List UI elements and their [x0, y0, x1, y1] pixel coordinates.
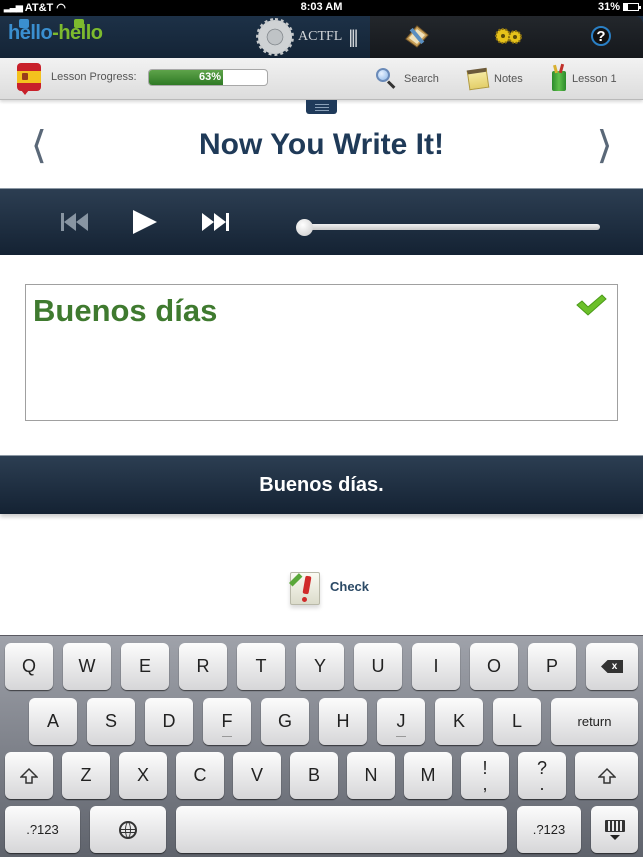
- spain-flag-icon[interactable]: [17, 63, 41, 95]
- on-screen-keyboard: Q W E R T Y U I O P x A S D F G H J K L …: [0, 635, 643, 857]
- scrubber-thumb[interactable]: [296, 219, 313, 236]
- clock: 8:03 AM: [300, 1, 343, 13]
- play-button[interactable]: [133, 210, 157, 234]
- space-key[interactable]: [176, 806, 507, 853]
- battery-icon: [623, 3, 641, 11]
- play-icon: [133, 210, 157, 234]
- key-s[interactable]: S: [87, 698, 135, 745]
- hide-keyboard-icon: [604, 819, 625, 840]
- shift-icon: [597, 767, 616, 784]
- next-page-button[interactable]: ❭: [594, 124, 614, 164]
- shift-key-left[interactable]: [5, 752, 53, 799]
- book-edit-button[interactable]: [402, 22, 432, 50]
- check-document-icon: [290, 572, 320, 605]
- key-b[interactable]: B: [290, 752, 338, 799]
- help-button[interactable]: ?: [586, 22, 616, 50]
- notes-button[interactable]: Notes: [466, 66, 523, 92]
- notes-label: Notes: [494, 73, 523, 85]
- backspace-icon: x: [601, 660, 623, 673]
- key-g[interactable]: G: [261, 698, 309, 745]
- notepad-icon: [466, 67, 490, 91]
- answer-input-text: Buenos días: [33, 293, 218, 328]
- key-l[interactable]: L: [493, 698, 541, 745]
- blue-bubble-icon: [19, 19, 29, 28]
- key-w[interactable]: W: [63, 643, 111, 690]
- key-h[interactable]: H: [319, 698, 367, 745]
- key-i[interactable]: I: [412, 643, 460, 690]
- actfl-bars: |||: [348, 26, 358, 47]
- key-u[interactable]: U: [354, 643, 402, 690]
- skip-forward-button[interactable]: [202, 211, 229, 233]
- correct-checkmark-icon: [576, 294, 607, 316]
- battery-percent: 31%: [597, 1, 620, 13]
- pencil-cup-icon: [552, 71, 566, 91]
- key-m[interactable]: M: [404, 752, 452, 799]
- green-bubble-icon: [74, 19, 84, 28]
- search-label: Search: [404, 73, 439, 85]
- skip-back-button[interactable]: [61, 211, 88, 233]
- key-o[interactable]: O: [470, 643, 518, 690]
- lesson-button[interactable]: Lesson 1: [552, 66, 617, 92]
- numbers-key-right[interactable]: .?123: [517, 806, 581, 853]
- lesson-progress-text: 63%: [198, 71, 221, 83]
- key-e[interactable]: E: [121, 643, 169, 690]
- audio-player: [0, 188, 643, 255]
- backspace-key[interactable]: x: [586, 643, 638, 690]
- key-d[interactable]: D: [145, 698, 193, 745]
- actfl-partner-badge[interactable]: ACTFL |||: [256, 18, 358, 56]
- correct-answer-banner: Buenos días.: [0, 455, 643, 514]
- hide-keyboard-key[interactable]: [591, 806, 638, 853]
- lesson-progress-label: Lesson Progress:: [51, 71, 137, 83]
- correct-answer-text: Buenos días.: [259, 473, 384, 496]
- book-edit-icon: [405, 25, 429, 48]
- actfl-seal-icon: [256, 18, 294, 56]
- actfl-label: ACTFL: [298, 29, 343, 44]
- key-r[interactable]: R: [179, 643, 227, 690]
- search-button[interactable]: Search: [376, 66, 439, 92]
- settings-button[interactable]: [494, 22, 524, 50]
- menu-line-icon: [314, 103, 329, 105]
- key-y[interactable]: Y: [296, 643, 344, 690]
- lesson-progress-bar: 63%: [148, 69, 268, 86]
- skip-forward-icon: [202, 213, 214, 231]
- status-bar: ▂▃▅ AT&T ◠ 8:03 AM 31%: [0, 0, 643, 16]
- page-title: Now You Write It!: [199, 128, 444, 161]
- numbers-key-left[interactable]: .?123: [5, 806, 80, 853]
- app-header: hello-hello ACTFL ||| ?: [0, 16, 643, 58]
- key-z[interactable]: Z: [62, 752, 110, 799]
- key-a[interactable]: A: [29, 698, 77, 745]
- check-label: Check: [330, 579, 370, 594]
- key-v[interactable]: V: [233, 752, 281, 799]
- audio-scrubber[interactable]: [296, 219, 600, 236]
- shift-icon: [20, 767, 38, 784]
- hello-hello-logo: hello-hello: [8, 19, 103, 45]
- key-exclamation-comma[interactable]: !,: [461, 752, 509, 799]
- globe-key[interactable]: [90, 806, 166, 853]
- globe-icon: [119, 820, 137, 839]
- key-c[interactable]: C: [176, 752, 224, 799]
- key-f[interactable]: F: [203, 698, 251, 745]
- key-x[interactable]: X: [119, 752, 167, 799]
- help-icon: ?: [591, 26, 611, 46]
- search-icon: [376, 68, 398, 90]
- menu-pull-tab[interactable]: [306, 100, 337, 114]
- return-key[interactable]: return: [551, 698, 638, 745]
- key-question-period[interactable]: ?.: [518, 752, 566, 799]
- answer-input[interactable]: Buenos días: [25, 284, 618, 421]
- key-p[interactable]: P: [528, 643, 576, 690]
- key-q[interactable]: Q: [5, 643, 53, 690]
- check-button[interactable]: Check: [290, 572, 369, 605]
- gears-icon: [495, 28, 522, 44]
- key-k[interactable]: K: [435, 698, 483, 745]
- shift-key-right[interactable]: [575, 752, 638, 799]
- key-j[interactable]: J: [377, 698, 425, 745]
- key-t[interactable]: T: [237, 643, 285, 690]
- key-n[interactable]: N: [347, 752, 395, 799]
- lesson-toolbar: Lesson Progress: 63% Search Notes Lesson…: [0, 58, 643, 100]
- lesson-label: Lesson 1: [572, 73, 617, 85]
